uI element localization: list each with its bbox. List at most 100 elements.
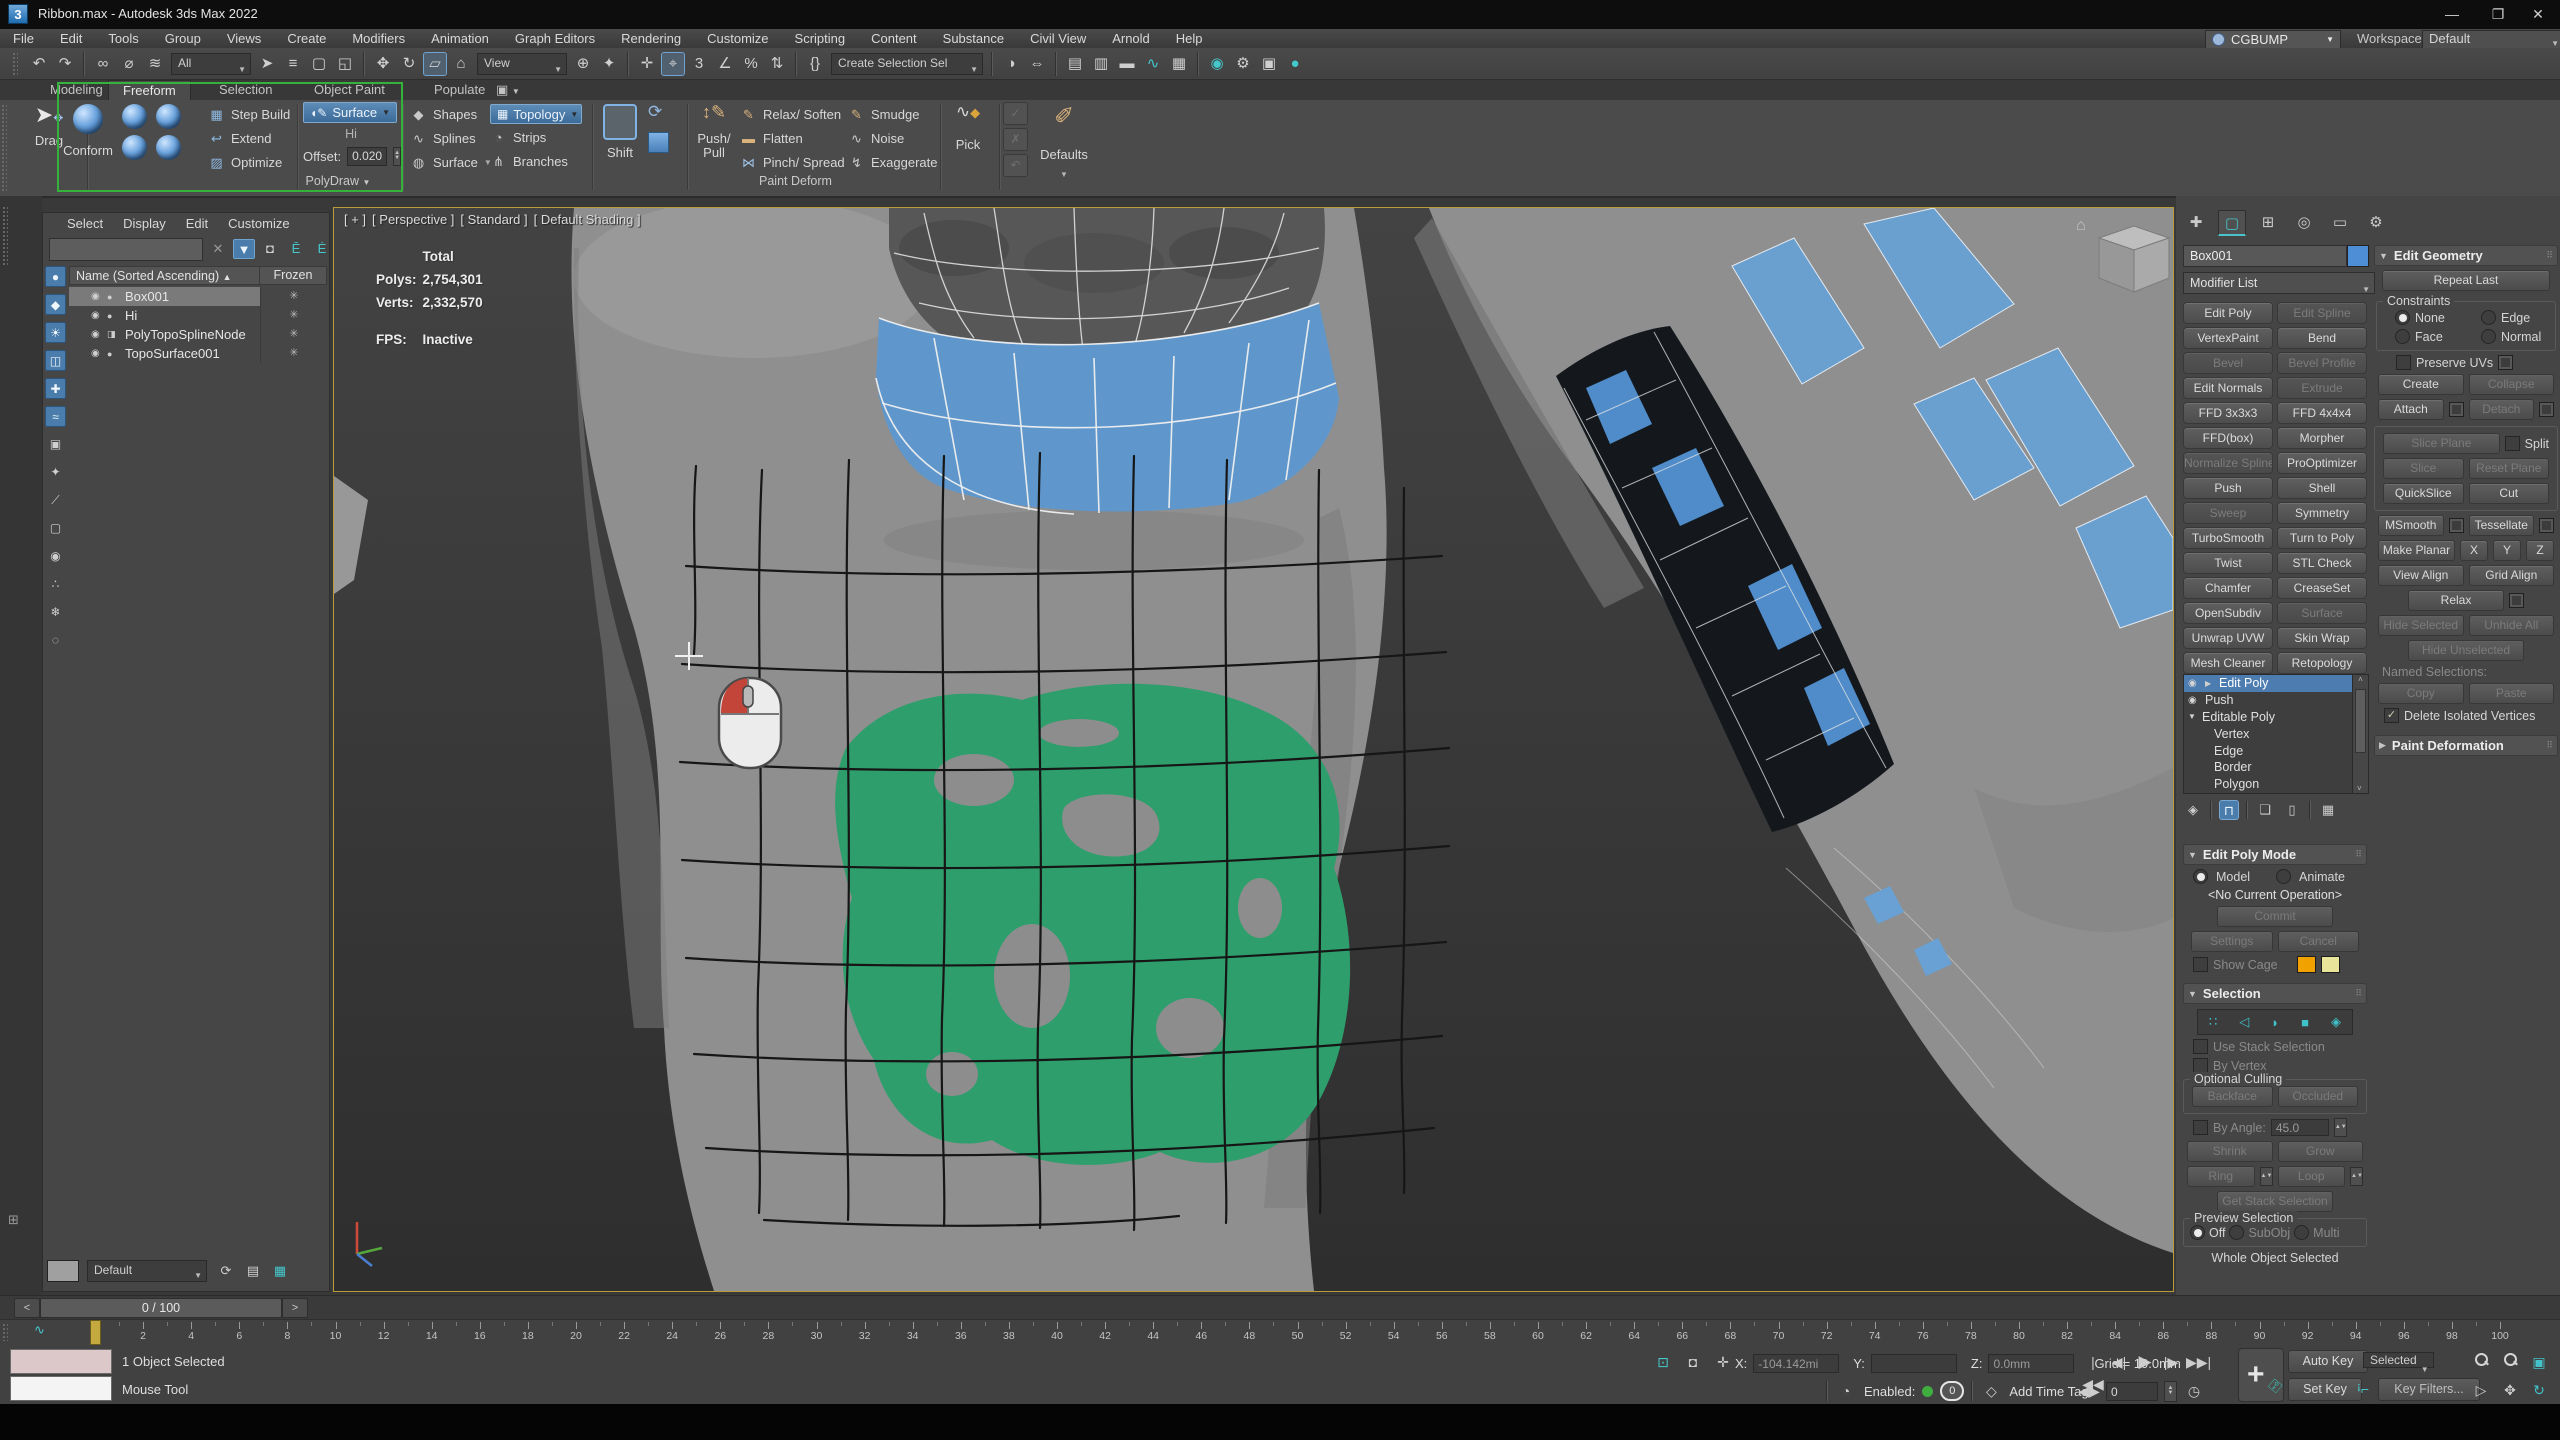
spinner-snap-icon[interactable]: ⇅ — [765, 52, 789, 76]
bind-to-space-warp-icon[interactable]: ≋ — [143, 52, 167, 76]
constraint-face[interactable]: Face — [2381, 329, 2465, 344]
explorer-row[interactable]: ◉●TopoSurface001✳ — [69, 344, 327, 363]
modifier-button-vertexpaint[interactable]: VertexPaint — [2183, 327, 2273, 349]
reset-plane-button[interactable]: Reset Plane — [2469, 458, 2550, 479]
conform-label[interactable]: Conform — [62, 143, 114, 158]
layer-color-swatch[interactable] — [47, 1260, 79, 1282]
offset-field[interactable]: 0.020 — [347, 147, 387, 166]
next-frame-button[interactable]: > — [282, 1298, 308, 1318]
modifier-button-symmetry[interactable]: Symmetry — [2277, 502, 2367, 524]
eye-icon[interactable]: ◉ — [91, 348, 107, 359]
explorer-row[interactable]: ◉◨PolyTopoSplineNode✳ — [69, 325, 327, 344]
angle-snap-icon[interactable]: ∠ — [713, 52, 737, 76]
shift-button[interactable]: Shift — [600, 140, 640, 164]
reference-coordinate-dropdown[interactable]: View▼ — [477, 53, 567, 75]
animate-radio[interactable] — [2276, 869, 2291, 884]
modifier-button-bevel-profile[interactable]: Bevel Profile — [2277, 352, 2367, 374]
detach-settings-icon[interactable] — [2539, 402, 2554, 417]
optimize-button[interactable]: ▨Optimize — [208, 150, 290, 174]
loop-button[interactable]: Loop — [2278, 1166, 2346, 1187]
polydraw-shapes-button[interactable]: ◆Shapes — [410, 102, 492, 126]
polydraw-strips-button[interactable]: ◔Strips — [490, 125, 582, 149]
loop-spinner[interactable]: ▲▼ — [2350, 1167, 2363, 1186]
delete-isolated-vertices-checkbox[interactable]: ✓ — [2384, 708, 2399, 723]
modifier-button-turbosmooth[interactable]: TurboSmooth — [2183, 527, 2273, 549]
polydraw-topology-button[interactable]: ▦ Topology ▼ — [490, 104, 582, 124]
scene-explorer-toggle-icon[interactable]: ▥ — [1089, 52, 1113, 76]
named-selection-set-dropdown[interactable]: Create Selection Sel▼ — [831, 53, 983, 75]
add-time-tag[interactable]: Add Time Tag — [2009, 1384, 2088, 1399]
use-pivot-point-center-icon[interactable]: ⊕ — [571, 52, 595, 76]
display-cameras-icon[interactable]: ◫ — [45, 350, 66, 371]
polydraw-branches-button[interactable]: ⋔Branches — [490, 149, 582, 173]
pin-stack-icon[interactable]: ◈ — [2183, 800, 2203, 820]
select-and-manipulate-icon[interactable]: ✦ — [597, 52, 621, 76]
polydraw-splines-button[interactable]: ∿Splines — [410, 126, 492, 150]
orbit-icon[interactable]: ↻ — [2528, 1379, 2550, 1401]
cancel-button[interactable]: Cancel — [2278, 931, 2360, 952]
selected-set-dropdown[interactable]: Selected▼ — [2363, 1352, 2434, 1368]
mirror-icon[interactable]: ◑ — [999, 52, 1023, 76]
msmooth-button[interactable]: MSmooth — [2378, 515, 2444, 536]
multi-radio[interactable] — [2294, 1225, 2309, 1240]
modifier-button-skin-wrap[interactable]: Skin Wrap — [2277, 627, 2367, 649]
pinch-spread-button[interactable]: ⋈Pinch/ Spread — [740, 150, 845, 174]
stack-item-polygon[interactable]: Polygon — [2184, 776, 2352, 793]
render-setup-icon[interactable]: ⚙ — [1231, 52, 1255, 76]
maxscript-listener-line[interactable] — [10, 1376, 112, 1401]
modifier-button-edit-poly[interactable]: Edit Poly — [2183, 302, 2273, 324]
explorer-row[interactable]: ◉●Box001✳ — [69, 287, 327, 306]
collapse-button[interactable]: Collapse — [2469, 374, 2555, 395]
hierarchy-tab[interactable]: ⊞ — [2254, 210, 2282, 236]
modifier-button-shell[interactable]: Shell — [2277, 477, 2367, 499]
attach-settings-icon[interactable] — [2449, 402, 2464, 417]
menu-group[interactable]: Group — [152, 29, 214, 48]
select-by-name-icon[interactable]: ≡ — [281, 52, 305, 76]
cage-color2-swatch[interactable] — [2321, 956, 2340, 973]
stack-item-edit-poly[interactable]: ◉▶Edit Poly — [2184, 675, 2352, 692]
preserve-uvs-checkbox[interactable] — [2396, 355, 2411, 370]
offset-spinner[interactable]: ▲▼ — [393, 147, 401, 166]
conform-brush-icon[interactable] — [73, 104, 103, 134]
border-subobject-icon[interactable]: ◗ — [2271, 1015, 2279, 1030]
current-frame-marker[interactable] — [90, 1320, 101, 1345]
commit-icon[interactable]: ✓ — [1003, 102, 1028, 125]
view-align-button[interactable]: View Align — [2378, 565, 2464, 586]
cancel-icon[interactable]: ✗ — [1003, 128, 1028, 151]
square-falloff-icon[interactable] — [648, 132, 669, 153]
display-containers-icon[interactable]: ▢ — [45, 518, 66, 539]
minimize-button[interactable]: — — [2430, 0, 2474, 28]
display-hidden-icon[interactable]: ◌ — [45, 630, 66, 651]
eye-icon[interactable]: ◉ — [2188, 695, 2201, 706]
commit-button[interactable]: Commit — [2217, 906, 2333, 927]
unhide-all-button[interactable]: Unhide All — [2469, 615, 2555, 636]
show-cage-checkbox[interactable] — [2193, 957, 2208, 972]
by-angle-field[interactable]: 45.0 — [2271, 1119, 2329, 1136]
macro-recorder-line[interactable] — [10, 1349, 112, 1374]
edit-poly-mode-rollout-header[interactable]: ▼Edit Poly Mode⠿ — [2183, 844, 2367, 865]
go-to-end-icon[interactable]: ▶▶| — [2186, 1351, 2208, 1373]
polydraw-surface-button[interactable]: ◖✎ Surface ▼ — [303, 102, 397, 123]
paint-deform-panel-label[interactable]: Paint Deform — [592, 174, 999, 188]
snaps-toggle-icon[interactable]: ⌖ — [661, 52, 685, 76]
modifier-button-opensubdiv[interactable]: OpenSubdiv — [2183, 602, 2273, 624]
select-and-scale-icon[interactable]: ▱ — [423, 52, 447, 76]
constraint-normal[interactable]: Normal — [2467, 329, 2551, 344]
menu-graph-editors[interactable]: Graph Editors — [502, 29, 608, 48]
stack-scrollbar[interactable]: ˄˅ — [2352, 674, 2369, 794]
zoom-all-icon[interactable] — [2499, 1351, 2521, 1373]
modifier-button-stl-check[interactable]: STL Check — [2277, 552, 2367, 574]
create-tab[interactable]: ✚ — [2182, 210, 2210, 236]
menu-content[interactable]: Content — [858, 29, 930, 48]
selection-rollout-header[interactable]: ▼Selection⠿ — [2183, 983, 2367, 1004]
display-groups-icon[interactable]: ▣ — [45, 434, 66, 455]
display-xrefs-icon[interactable]: ✦ — [45, 462, 66, 483]
ring-button[interactable]: Ring — [2187, 1166, 2255, 1187]
by-angle-spinner[interactable]: ▲▼ — [2334, 1118, 2347, 1137]
conform-rotate-brush-icon[interactable] — [156, 104, 181, 129]
curve-editor-icon[interactable]: ∿ — [1141, 52, 1165, 76]
relax-button[interactable]: Relax — [2408, 590, 2504, 611]
edit-named-selection-sets-icon[interactable]: {} — [803, 52, 827, 76]
step-build-button[interactable]: ▦Step Build — [208, 102, 290, 126]
frozen-toggle-icon[interactable]: ✳ — [260, 287, 327, 306]
